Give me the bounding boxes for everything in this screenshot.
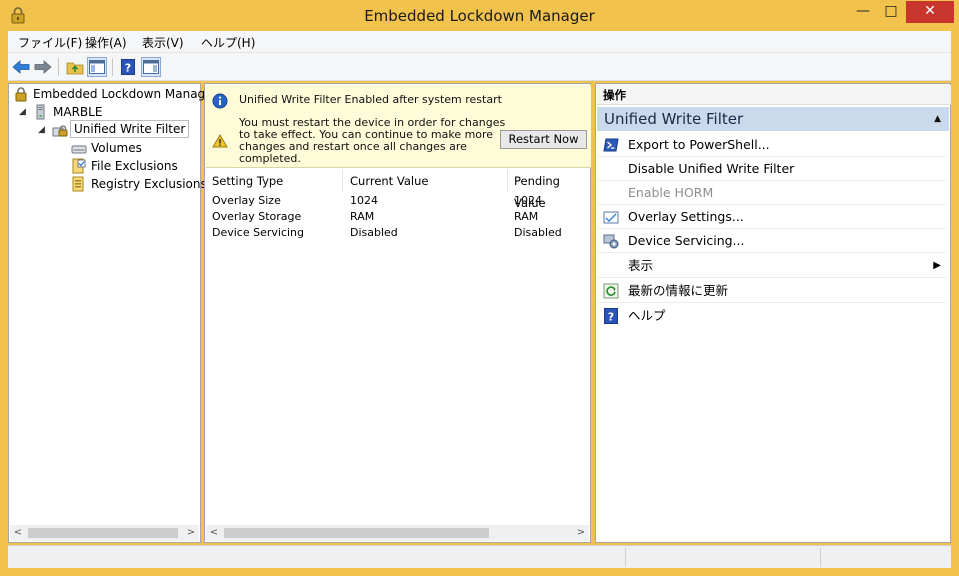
toolbar-separator xyxy=(112,58,113,76)
action-label: Disable Unified Write Filter xyxy=(628,161,795,176)
menu-action[interactable]: 操作(A) xyxy=(85,34,127,51)
toolbar-separator xyxy=(58,58,59,76)
help-icon: ? xyxy=(604,308,618,324)
action-enable-horm: Enable HORM xyxy=(597,181,947,205)
tree-label: Unified Write Filter xyxy=(70,120,190,138)
lock-icon xyxy=(15,87,27,102)
action-device-servicing[interactable]: Device Servicing... xyxy=(597,229,947,253)
tree-label: Volumes xyxy=(91,141,142,155)
tree-label: MARBLE xyxy=(53,105,103,119)
info-icon xyxy=(212,93,228,109)
svg-text:?: ? xyxy=(608,311,614,324)
svg-text:?: ? xyxy=(125,62,131,75)
warning-icon xyxy=(212,134,228,148)
cell-setting: Device Servicing xyxy=(212,226,305,239)
notification-title: Unified Write Filter Enabled after syste… xyxy=(239,93,502,106)
restart-notification: Unified Write Filter Enabled after syste… xyxy=(206,85,591,168)
cell-current: Disabled xyxy=(350,226,398,239)
scrollbar-thumb[interactable] xyxy=(224,528,489,538)
status-bar xyxy=(8,545,951,568)
action-disable-uwf[interactable]: Disable Unified Write Filter xyxy=(597,157,947,181)
powershell-icon xyxy=(603,138,619,152)
toolbar: ? xyxy=(8,53,951,81)
action-label: ヘルプ xyxy=(628,308,666,323)
back-arrow-icon[interactable] xyxy=(11,57,31,77)
tree-label: Registry Exclusions xyxy=(91,177,207,191)
application-window: Embedded Lockdown Manager — □ ✕ ファイル(F) … xyxy=(0,0,959,576)
actions-header: 操作 xyxy=(597,85,951,105)
cell-setting: Overlay Size xyxy=(212,194,281,207)
action-overlay-settings[interactable]: Overlay Settings... xyxy=(597,205,947,229)
scroll-right-arrow-icon[interactable]: > xyxy=(184,526,198,540)
scroll-left-arrow-icon[interactable]: < xyxy=(11,526,25,540)
menu-view[interactable]: 表示(V) xyxy=(142,34,184,51)
registry-exclusion-icon xyxy=(72,176,84,192)
expanded-triangle-icon[interactable]: ◢ xyxy=(19,103,26,121)
action-label: Device Servicing... xyxy=(628,233,745,248)
table-horizontal-scrollbar[interactable]: < > xyxy=(206,525,589,541)
action-label: 表示 xyxy=(628,258,654,273)
menu-bar: ファイル(F) 操作(A) 表示(V) ヘルプ(H) xyxy=(8,31,951,53)
maximize-button[interactable]: □ xyxy=(877,1,905,23)
tree-horizontal-scrollbar[interactable]: < > xyxy=(10,525,199,541)
write-filter-lock-icon xyxy=(52,125,68,137)
submenu-arrow-icon: ▶ xyxy=(933,260,941,271)
warning-line: completed. xyxy=(239,152,301,165)
scroll-right-arrow-icon[interactable]: > xyxy=(574,526,588,540)
tree-label: Embedded Lockdown Manag xyxy=(33,87,206,101)
actions-section-uwf[interactable]: Unified Write Filter ▲ xyxy=(597,107,949,131)
action-refresh[interactable]: 最新の情報に更新 xyxy=(597,279,947,303)
details-pane: Unified Write Filter Enabled after syste… xyxy=(204,83,591,543)
menu-file[interactable]: ファイル(F) xyxy=(18,34,82,51)
column-header-setting-type[interactable]: Setting Type xyxy=(206,170,343,192)
close-button[interactable]: ✕ xyxy=(906,1,954,23)
computer-tower-icon xyxy=(36,104,45,120)
file-exclusion-icon xyxy=(72,158,86,174)
scrollbar-thumb[interactable] xyxy=(28,528,178,538)
action-label: Export to PowerShell... xyxy=(628,137,770,152)
cell-pending: RAM xyxy=(514,210,539,223)
action-view[interactable]: 表示 ▶ xyxy=(597,254,947,278)
actions-pane: 操作 Unified Write Filter ▲ Export to Powe… xyxy=(595,83,951,543)
show-hide-action-pane-icon[interactable] xyxy=(141,57,161,77)
show-hide-tree-icon[interactable] xyxy=(87,57,107,77)
expanded-triangle-icon[interactable]: ◢ xyxy=(38,121,45,139)
title-bar[interactable]: Embedded Lockdown Manager — □ ✕ xyxy=(0,0,959,31)
cell-pending: 1024 xyxy=(514,194,542,207)
cell-current: RAM xyxy=(350,210,375,223)
section-title: Unified Write Filter xyxy=(604,110,744,128)
action-label: Enable HORM xyxy=(628,185,714,200)
column-header-pending-value[interactable]: Pending Value xyxy=(508,170,590,210)
drive-icon xyxy=(71,145,87,154)
cell-current: 1024 xyxy=(350,194,378,207)
restart-now-button[interactable]: Restart Now xyxy=(500,130,587,149)
status-segment xyxy=(625,548,820,567)
collapse-triangle-icon[interactable]: ▲ xyxy=(934,107,941,131)
column-header-current-value[interactable]: Current Value xyxy=(344,170,508,192)
device-servicing-icon xyxy=(603,234,619,249)
forward-arrow-icon[interactable] xyxy=(33,57,53,77)
folder-up-icon[interactable] xyxy=(65,57,85,77)
help-icon[interactable]: ? xyxy=(118,57,138,77)
window-title: Embedded Lockdown Manager xyxy=(364,7,595,25)
menu-help[interactable]: ヘルプ(H) xyxy=(201,34,255,51)
action-label: 最新の情報に更新 xyxy=(628,283,729,298)
action-help[interactable]: ? ヘルプ xyxy=(597,304,947,328)
refresh-icon xyxy=(603,283,619,299)
action-label: Overlay Settings... xyxy=(628,209,744,224)
scroll-left-arrow-icon[interactable]: < xyxy=(207,526,221,540)
cell-pending: Disabled xyxy=(514,226,562,239)
tree-label: File Exclusions xyxy=(91,159,178,173)
status-segment xyxy=(820,548,951,567)
cell-setting: Overlay Storage xyxy=(212,210,302,223)
overlay-settings-icon xyxy=(603,211,619,224)
tree-pane: Embedded Lockdown Manag ◢ MARBLE ◢ Unifi… xyxy=(8,83,207,543)
minimize-button[interactable]: — xyxy=(850,1,876,23)
action-export-powershell[interactable]: Export to PowerShell... xyxy=(597,133,947,157)
